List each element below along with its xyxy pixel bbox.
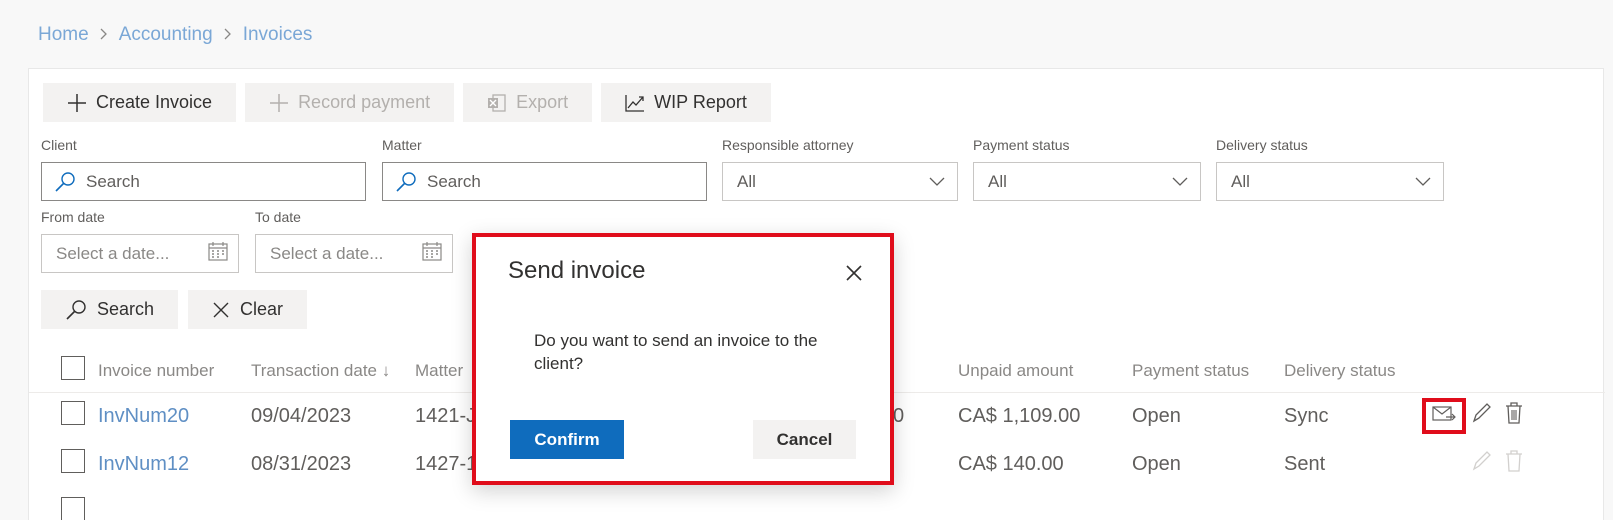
row-actions	[1470, 449, 1524, 479]
responsible-attorney-select[interactable]: All	[722, 162, 958, 201]
row-checkbox[interactable]	[61, 497, 85, 520]
edit-icon[interactable]	[1470, 449, 1492, 479]
header-payment-status[interactable]: Payment status	[1132, 361, 1249, 381]
clear-button[interactable]: Clear	[188, 290, 308, 329]
client-label: Client	[41, 137, 77, 153]
header-matter[interactable]: Matter	[415, 361, 463, 381]
to-date-placeholder: Select a date...	[270, 243, 384, 263]
client-search-placeholder: Search	[86, 171, 140, 191]
unpaid-amount: CA$ 1,109.00	[958, 405, 1081, 427]
from-date-label: From date	[41, 209, 105, 225]
invoice-number-link[interactable]: InvNum20	[98, 405, 189, 428]
header-unpaid-amount[interactable]: Unpaid amount	[958, 361, 1073, 381]
row-checkbox[interactable]	[61, 449, 85, 473]
responsible-attorney-value: All	[737, 171, 756, 191]
row-actions	[1470, 401, 1524, 431]
search-button[interactable]: Search	[41, 290, 179, 329]
toolbar: Create Invoice Record payment Export WIP…	[43, 83, 771, 122]
plus-icon	[269, 93, 289, 113]
export-button[interactable]: Export	[463, 83, 593, 122]
breadcrumb-invoices[interactable]: Invoices	[243, 24, 313, 46]
chevron-right-icon	[223, 27, 233, 43]
cancel-button[interactable]: Cancel	[753, 420, 856, 459]
wip-report-button[interactable]: WIP Report	[601, 83, 771, 122]
transaction-date: 08/31/2023	[251, 453, 352, 475]
chart-line-icon	[625, 93, 645, 113]
delivery-status-select[interactable]: All	[1216, 162, 1444, 201]
dialog-message: Do you want to send an invoice to the cl…	[534, 331, 818, 373]
close-icon[interactable]	[844, 263, 864, 283]
to-date-picker[interactable]: Select a date...	[255, 234, 453, 273]
edit-icon[interactable]	[1470, 401, 1492, 431]
chevron-down-icon	[929, 172, 945, 192]
from-date-picker[interactable]: Select a date...	[41, 234, 239, 273]
delete-icon[interactable]	[1504, 449, 1524, 479]
plus-icon	[67, 93, 87, 113]
excel-icon	[487, 93, 507, 113]
clear-button-label: Clear	[240, 299, 284, 319]
client-search-input[interactable]: Search	[41, 162, 366, 201]
responsible-attorney-label: Responsible attorney	[722, 137, 854, 153]
payment-status: Open	[1132, 453, 1181, 475]
select-all-checkbox[interactable]	[61, 356, 85, 380]
breadcrumb-home[interactable]: Home	[38, 24, 89, 46]
confirm-button[interactable]: Confirm	[510, 420, 624, 459]
search-icon	[54, 171, 76, 193]
breadcrumb-accounting[interactable]: Accounting	[119, 24, 213, 46]
delete-icon[interactable]	[1504, 401, 1524, 431]
delivery-status: Sync	[1284, 405, 1329, 427]
record-payment-button[interactable]: Record payment	[245, 83, 455, 122]
payment-status-value: All	[988, 171, 1007, 191]
matter-cell: 1421-J	[415, 405, 477, 427]
header-transaction-date[interactable]: Transaction date ↓	[251, 361, 390, 381]
delivery-status-value: All	[1231, 171, 1250, 191]
calendar-icon	[422, 241, 442, 266]
table-row[interactable]	[29, 489, 1605, 520]
matter-search-placeholder: Search	[427, 171, 481, 191]
mail-send-icon	[1432, 405, 1456, 428]
payment-status-select[interactable]: All	[973, 162, 1201, 201]
dialog-title: Send invoice	[508, 257, 646, 284]
record-payment-label: Record payment	[298, 92, 431, 112]
to-date-label: To date	[255, 209, 301, 225]
delivery-status-label: Delivery status	[1216, 137, 1308, 153]
create-invoice-button[interactable]: Create Invoice	[43, 83, 237, 122]
create-invoice-label: Create Invoice	[96, 92, 213, 112]
matter-label: Matter	[382, 137, 422, 153]
from-date-placeholder: Select a date...	[56, 243, 170, 263]
close-icon	[212, 301, 230, 319]
invoice-number-link[interactable]: InvNum12	[98, 453, 189, 476]
matter-search-input[interactable]: Search	[382, 162, 707, 201]
chevron-down-icon	[1415, 172, 1431, 192]
header-invoice-number[interactable]: Invoice number	[98, 361, 214, 381]
payment-status: Open	[1132, 405, 1181, 427]
export-label: Export	[516, 92, 569, 112]
row-checkbox[interactable]	[61, 401, 85, 425]
header-delivery-status[interactable]: Delivery status	[1284, 361, 1395, 381]
breadcrumb: Home Accounting Invoices	[38, 24, 312, 46]
unpaid-amount: CA$ 140.00	[958, 453, 1064, 475]
chevron-right-icon	[99, 27, 109, 43]
wip-report-label: WIP Report	[654, 92, 747, 112]
delivery-status: Sent	[1284, 453, 1326, 475]
amount-cell: 0	[893, 405, 905, 427]
payment-status-label: Payment status	[973, 137, 1070, 153]
send-invoice-dialog: Send invoice Do you want to send an invo…	[472, 233, 894, 485]
search-icon	[395, 171, 417, 193]
transaction-date: 09/04/2023	[251, 405, 352, 427]
matter-cell: 1427-1	[415, 453, 478, 475]
search-icon	[65, 299, 87, 321]
search-button-label: Search	[97, 299, 155, 319]
sort-arrow-icon: ↓	[381, 361, 391, 380]
calendar-icon	[208, 241, 228, 266]
send-invoice-button[interactable]	[1422, 398, 1466, 434]
chevron-down-icon	[1172, 172, 1188, 192]
header-transaction-date-label: Transaction date	[251, 361, 377, 380]
